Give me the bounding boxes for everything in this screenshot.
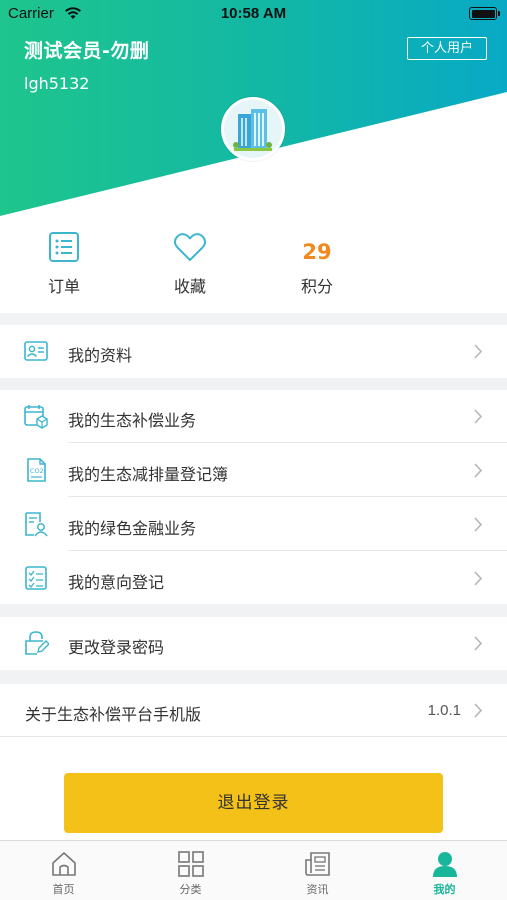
newspaper-icon	[304, 852, 330, 876]
menu-item-label: 关于生态补偿平台手机版	[25, 705, 202, 724]
chevron-right-icon	[474, 571, 483, 586]
divider	[0, 736, 507, 737]
checklist-icon	[25, 566, 47, 590]
menu-item-about[interactable]: 关于生态补偿平台手机版 1.0.1	[0, 684, 507, 737]
lock-edit-icon	[25, 631, 49, 655]
menu-group-profile: 我的资料	[0, 325, 507, 378]
menu-item-label: 更改登录密码	[68, 638, 165, 657]
profile-header: Carrier 10:58 AM 测试会员-勿删 lgh5132 个人用户	[0, 0, 507, 220]
version-value: 1.0.1	[427, 702, 461, 719]
avatar[interactable]	[221, 97, 285, 161]
tab-label: 资讯	[306, 883, 329, 896]
tab-label: 首页	[52, 883, 75, 896]
menu-group-business: 我的生态补偿业务 CO2 我的生态减排量登记簿 我的绿色金融业务 我的意向登记	[0, 390, 507, 604]
battery-icon	[469, 7, 500, 20]
menu-item-label: 我的资料	[68, 346, 133, 365]
menu-item-green-finance[interactable]: 我的绿色金融业务	[0, 498, 507, 551]
tab-category[interactable]: 分类	[127, 841, 254, 900]
tab-label: 分类	[179, 883, 202, 896]
tab-news[interactable]: 资讯	[254, 841, 381, 900]
chevron-right-icon	[474, 517, 483, 532]
person-document-icon	[25, 512, 48, 537]
svg-text:CO2: CO2	[30, 467, 44, 475]
chevron-right-icon	[474, 344, 483, 359]
status-bar: Carrier 10:58 AM	[0, 0, 507, 28]
chevron-right-icon	[474, 703, 483, 718]
divider	[68, 496, 507, 497]
user-name: 测试会员-勿删	[24, 40, 150, 62]
menu-item-change-password[interactable]: 更改登录密码	[0, 617, 507, 670]
stats-bar: 订单 收藏 29 积分	[0, 220, 507, 313]
home-icon	[51, 852, 76, 876]
menu-item-label: 我的绿色金融业务	[68, 519, 197, 538]
logout-button[interactable]: 退出登录	[64, 773, 443, 833]
menu-group-about: 关于生态补偿平台手机版 1.0.1	[0, 684, 507, 737]
chevron-right-icon	[474, 463, 483, 478]
divider	[68, 550, 507, 551]
menu-item-label: 我的生态补偿业务	[68, 411, 197, 430]
co2-document-icon: CO2	[27, 458, 46, 482]
user-type-badge: 个人用户	[407, 37, 487, 60]
menu-item-emission-register[interactable]: CO2 我的生态减排量登记簿	[0, 444, 507, 497]
chevron-right-icon	[474, 409, 483, 424]
menu-item-intent-register[interactable]: 我的意向登记	[0, 552, 507, 605]
favorites-stat[interactable]: 收藏	[145, 228, 235, 298]
menu-item-label: 我的生态减排量登记簿	[68, 465, 229, 484]
menu-group-security: 更改登录密码	[0, 617, 507, 670]
list-icon	[49, 232, 79, 262]
clock: 10:58 AM	[220, 5, 287, 22]
user-id: lgh5132	[24, 74, 90, 93]
building-avatar-icon	[224, 100, 282, 158]
points-stat[interactable]: 29 积分	[272, 228, 362, 298]
points-label: 积分	[300, 277, 333, 296]
tab-label: 我的	[433, 883, 456, 896]
grid-icon	[177, 851, 204, 877]
chevron-right-icon	[474, 636, 483, 651]
points-value: 29	[302, 240, 332, 264]
favorites-label: 收藏	[173, 277, 206, 296]
menu-item-label: 我的意向登记	[68, 573, 165, 592]
menu-item-my-profile[interactable]: 我的资料	[0, 325, 507, 378]
tab-home[interactable]: 首页	[0, 841, 127, 900]
divider	[68, 442, 507, 443]
tab-bar: 首页 分类 资讯 我的	[0, 840, 507, 900]
tab-mine[interactable]: 我的	[381, 841, 507, 900]
heart-icon	[174, 233, 206, 261]
orders-label: 订单	[47, 277, 80, 296]
orders-stat[interactable]: 订单	[19, 228, 109, 298]
person-icon	[432, 852, 457, 877]
id-card-icon	[24, 341, 48, 361]
calendar-box-icon	[24, 405, 48, 429]
menu-item-eco-compensation[interactable]: 我的生态补偿业务	[0, 390, 507, 443]
